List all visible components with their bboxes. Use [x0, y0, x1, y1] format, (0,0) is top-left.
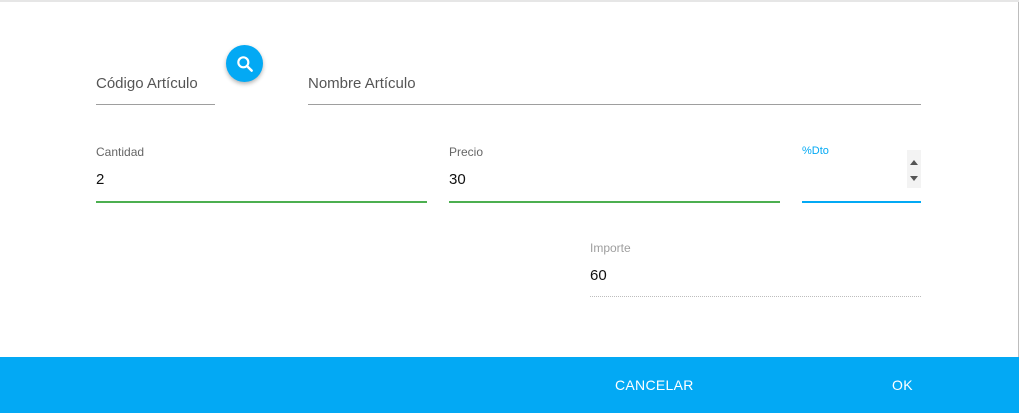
precio-underline [449, 201, 780, 203]
dto-spinner[interactable] [907, 150, 921, 188]
dto-field[interactable]: %Dto [802, 144, 921, 203]
precio-field[interactable]: Precio 30 [449, 144, 780, 203]
ok-button[interactable]: OK [892, 357, 913, 413]
importe-label: Importe [590, 241, 631, 255]
arrow-down-icon[interactable] [910, 176, 918, 181]
search-icon [236, 55, 253, 72]
nombre-articulo-field[interactable]: Nombre Artículo [308, 70, 921, 106]
dto-underline [802, 201, 921, 203]
cantidad-underline [96, 201, 427, 203]
importe-value: 60 [590, 267, 607, 284]
codigo-articulo-field[interactable]: Código Artículo [96, 70, 215, 106]
importe-underline [590, 296, 921, 297]
dialog-top-edge [0, 0, 1019, 2]
dto-label: %Dto [802, 145, 829, 157]
cantidad-label: Cantidad [96, 145, 145, 159]
dialog-footer: CANCELAR OK [0, 357, 1019, 413]
search-button[interactable] [226, 45, 263, 82]
precio-value: 30 [449, 171, 466, 188]
cancel-button[interactable]: CANCELAR [615, 357, 694, 413]
importe-field: Importe 60 [590, 240, 921, 298]
codigo-articulo-underline [96, 104, 215, 105]
add-line-dialog: Código Artículo Nombre Artículo Cantidad… [0, 0, 1019, 413]
cantidad-field[interactable]: Cantidad 2 [96, 144, 427, 203]
nombre-articulo-placeholder: Nombre Artículo [308, 75, 416, 92]
cantidad-value: 2 [96, 171, 105, 188]
arrow-up-icon[interactable] [910, 160, 918, 165]
codigo-articulo-placeholder: Código Artículo [96, 75, 198, 92]
nombre-articulo-underline [308, 104, 921, 105]
precio-label: Precio [449, 145, 484, 159]
